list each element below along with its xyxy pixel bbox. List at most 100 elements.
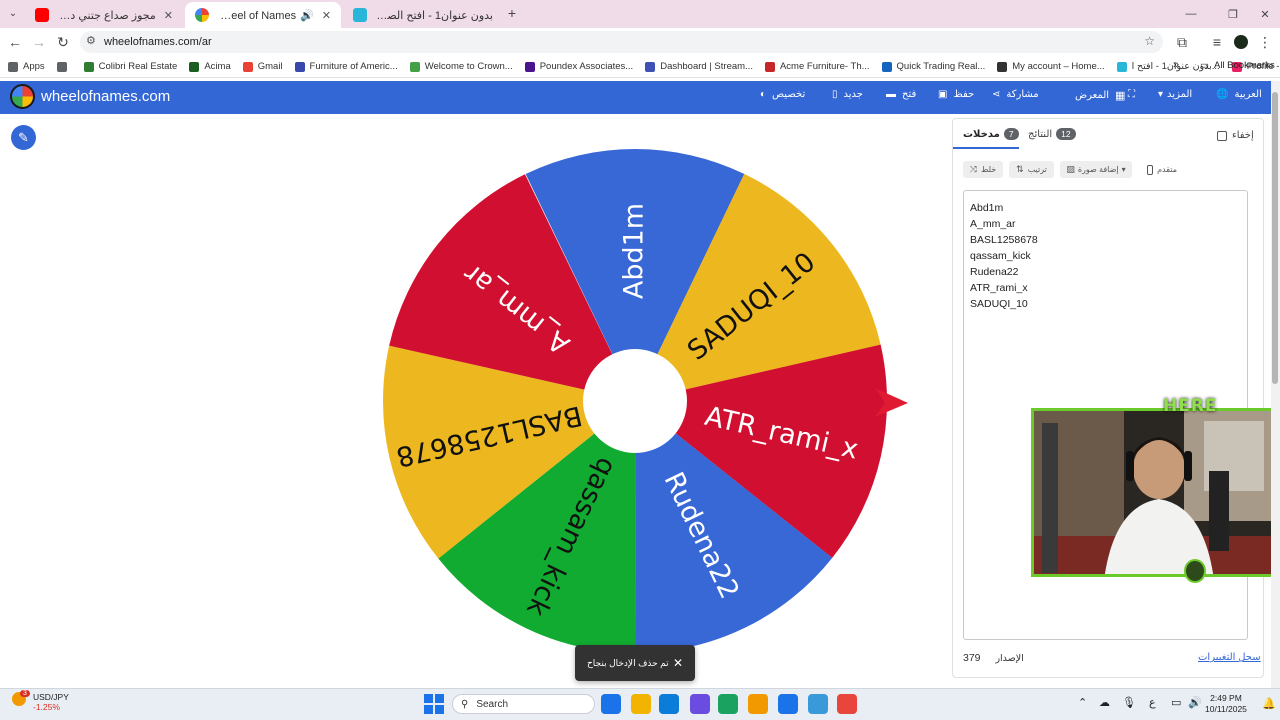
- toast-notification: تم حذف الإدخال بنجاح ✕: [575, 645, 695, 681]
- new-tab-icon[interactable]: +: [502, 3, 522, 23]
- nav-save[interactable]: ▣ حفظ: [938, 89, 974, 100]
- close-window-icon[interactable]: ✕: [1254, 3, 1276, 25]
- tab-results[interactable]: النتائج 12: [1028, 128, 1076, 140]
- toast-close-icon[interactable]: ✕: [673, 656, 683, 670]
- mic-icon[interactable]: 🎙: [1122, 696, 1136, 709]
- close-tab-icon[interactable]: ✕: [322, 9, 331, 22]
- bookmark-item[interactable]: [56, 61, 72, 72]
- input-language[interactable]: ع: [1149, 696, 1156, 709]
- chrome-icon[interactable]: [837, 694, 857, 714]
- wheel[interactable]: Abd1m SADUQI_10ATR_rami_xRudena22qassam_k…: [370, 140, 930, 660]
- bookmark-item[interactable]: Gmail: [242, 61, 283, 72]
- entry-line: qassam_kick: [970, 250, 1031, 262]
- address-bar[interactable]: ⚙ wheelofnames.com/ar ☆: [80, 31, 1163, 53]
- nav-customize[interactable]: ◐ تخصيص: [760, 89, 805, 100]
- notifications-icon[interactable]: 🔔: [1262, 697, 1276, 710]
- extensions-icon[interactable]: ⧉: [1171, 31, 1193, 53]
- folder-icon[interactable]: [808, 694, 828, 714]
- add-image-button[interactable]: ▨ إضافة صورة ▾: [1060, 161, 1132, 178]
- reading-list-icon[interactable]: ≡: [1206, 31, 1228, 53]
- tab-title: Wheel of Names | العشوائي: [217, 9, 297, 22]
- entry-line: ATR_rami_x: [970, 282, 1028, 294]
- bookmark-favicon-icon: [294, 61, 305, 72]
- tray-expand-icon[interactable]: ⌃: [1078, 696, 1087, 709]
- webcam-image: [1034, 411, 1277, 574]
- nav-share[interactable]: ⋖ مشاركة: [992, 89, 1039, 100]
- edit-button[interactable]: ✎: [11, 125, 36, 150]
- results-count-badge: 12: [1056, 128, 1076, 140]
- streamer-badge-icon: [1184, 559, 1206, 583]
- tab-entries[interactable]: مدخلات 7: [963, 128, 1019, 140]
- file-explorer-icon[interactable]: [631, 694, 651, 714]
- menu-icon[interactable]: ⋮: [1254, 31, 1276, 53]
- minimize-icon[interactable]: —: [1180, 3, 1202, 25]
- hide-toggle[interactable]: إخفاء: [1217, 130, 1254, 141]
- bookmark-favicon-icon: [8, 61, 18, 72]
- edge-icon[interactable]: [659, 694, 679, 714]
- cloud-icon[interactable]: ☁: [1099, 696, 1110, 709]
- bookmark-item[interactable]: Furniture of Americ...: [294, 61, 398, 72]
- changelog-link[interactable]: سجل التغييرات: [1198, 652, 1261, 663]
- reload-icon[interactable]: ↻: [52, 31, 74, 53]
- fullscreen-icon[interactable]: ⛶: [1128, 89, 1135, 100]
- nav-new[interactable]: ▯ جديد: [832, 89, 863, 100]
- restore-icon[interactable]: ❐: [1222, 3, 1244, 25]
- scrollbar-thumb[interactable]: [1272, 92, 1278, 384]
- bookmark-star-icon[interactable]: ☆: [1144, 34, 1155, 48]
- site-info-icon[interactable]: ⚙: [86, 34, 96, 47]
- close-tab-icon[interactable]: ✕: [164, 9, 173, 22]
- version-label: الإصدار: [995, 653, 1024, 664]
- app-icon[interactable]: [718, 694, 738, 714]
- tab-wheel-of-names[interactable]: Wheel of Names | العشوائي 🔊 ✕: [185, 2, 341, 28]
- bookmark-item[interactable]: Acme Furniture- Th...: [764, 61, 870, 72]
- discord-icon[interactable]: [690, 694, 710, 714]
- wheel-favicon-icon: [195, 8, 209, 22]
- entries-count-badge: 7: [1003, 128, 1019, 140]
- nav-open[interactable]: ▬ فتح: [886, 89, 916, 100]
- bookmarks-overflow-icon[interactable]: »: [1173, 59, 1179, 71]
- start-icon[interactable]: [424, 694, 444, 714]
- bookmark-item[interactable]: My account – Home...: [997, 61, 1105, 72]
- ticker-widget[interactable]: USD/JPY -1.25%: [33, 692, 69, 712]
- tab-youtube[interactable]: مجوز صداع جتني دوحه - رماني ر... ✕: [25, 2, 183, 28]
- nav-more[interactable]: ▾ المزيد: [1158, 89, 1192, 100]
- nav-gallery[interactable]: المعرض ▦: [1075, 89, 1125, 102]
- bookmark-item[interactable]: Colibri Real Estate: [83, 61, 177, 72]
- bookmark-item[interactable]: Dashboard | Stream...: [645, 61, 753, 72]
- forward-icon[interactable]: →: [28, 31, 50, 53]
- taskbar-search[interactable]: ⚲ Search: [452, 694, 595, 714]
- shuffle-button[interactable]: ⤨ خلط: [963, 161, 1003, 178]
- pencil-icon: ✎: [18, 129, 29, 145]
- task-view-icon[interactable]: [601, 694, 621, 714]
- version-number: 379: [963, 652, 981, 664]
- hide-checkbox[interactable]: [1217, 130, 1227, 141]
- tab-search-icon[interactable]: ⌄: [3, 3, 23, 23]
- advanced-checkbox[interactable]: [1147, 164, 1154, 175]
- chrome-icon[interactable]: [748, 694, 768, 714]
- all-bookmarks[interactable]: ▭ All Bookmarks: [1200, 60, 1275, 71]
- tab-untitled[interactable]: بدون عنوان1 - افتح الصندوق: [343, 2, 503, 28]
- bookmark-item[interactable]: Quick Trading Real...: [881, 61, 985, 72]
- wheel-center[interactable]: [583, 349, 687, 453]
- bookmark-item[interactable]: Poundex Associates...: [524, 61, 633, 72]
- share-icon: ⋖: [992, 89, 1001, 100]
- volume-icon[interactable]: 🔊: [1188, 696, 1202, 709]
- bookmark-item[interactable]: Acima: [189, 61, 231, 72]
- audio-icon[interactable]: 🔊: [300, 9, 314, 22]
- profile-avatar-icon[interactable]: [1230, 31, 1252, 53]
- clock[interactable]: 2:49 PM 10/11/2025: [1205, 693, 1247, 715]
- advanced-toggle[interactable]: متقدم: [1142, 161, 1182, 178]
- network-icon[interactable]: ▭: [1171, 696, 1181, 709]
- bookmark-item[interactable]: Welcome to Crown...: [409, 61, 513, 72]
- vscode-icon[interactable]: [778, 694, 798, 714]
- bookmark-favicon-icon: [1116, 61, 1127, 72]
- entry-line: Rudena22: [970, 266, 1019, 278]
- caret-down-icon: ▾: [1121, 165, 1126, 174]
- bookmark-item[interactable]: Apps: [8, 61, 45, 72]
- brand[interactable]: wheelofnames.com: [10, 84, 170, 109]
- youtube-favicon-icon: [35, 8, 49, 22]
- bookmark-favicon-icon: [881, 61, 892, 72]
- back-icon[interactable]: ←: [4, 31, 26, 53]
- nav-language[interactable]: 🌐 العربية: [1216, 89, 1262, 100]
- sort-button[interactable]: ⇅ ترتيب: [1009, 161, 1054, 178]
